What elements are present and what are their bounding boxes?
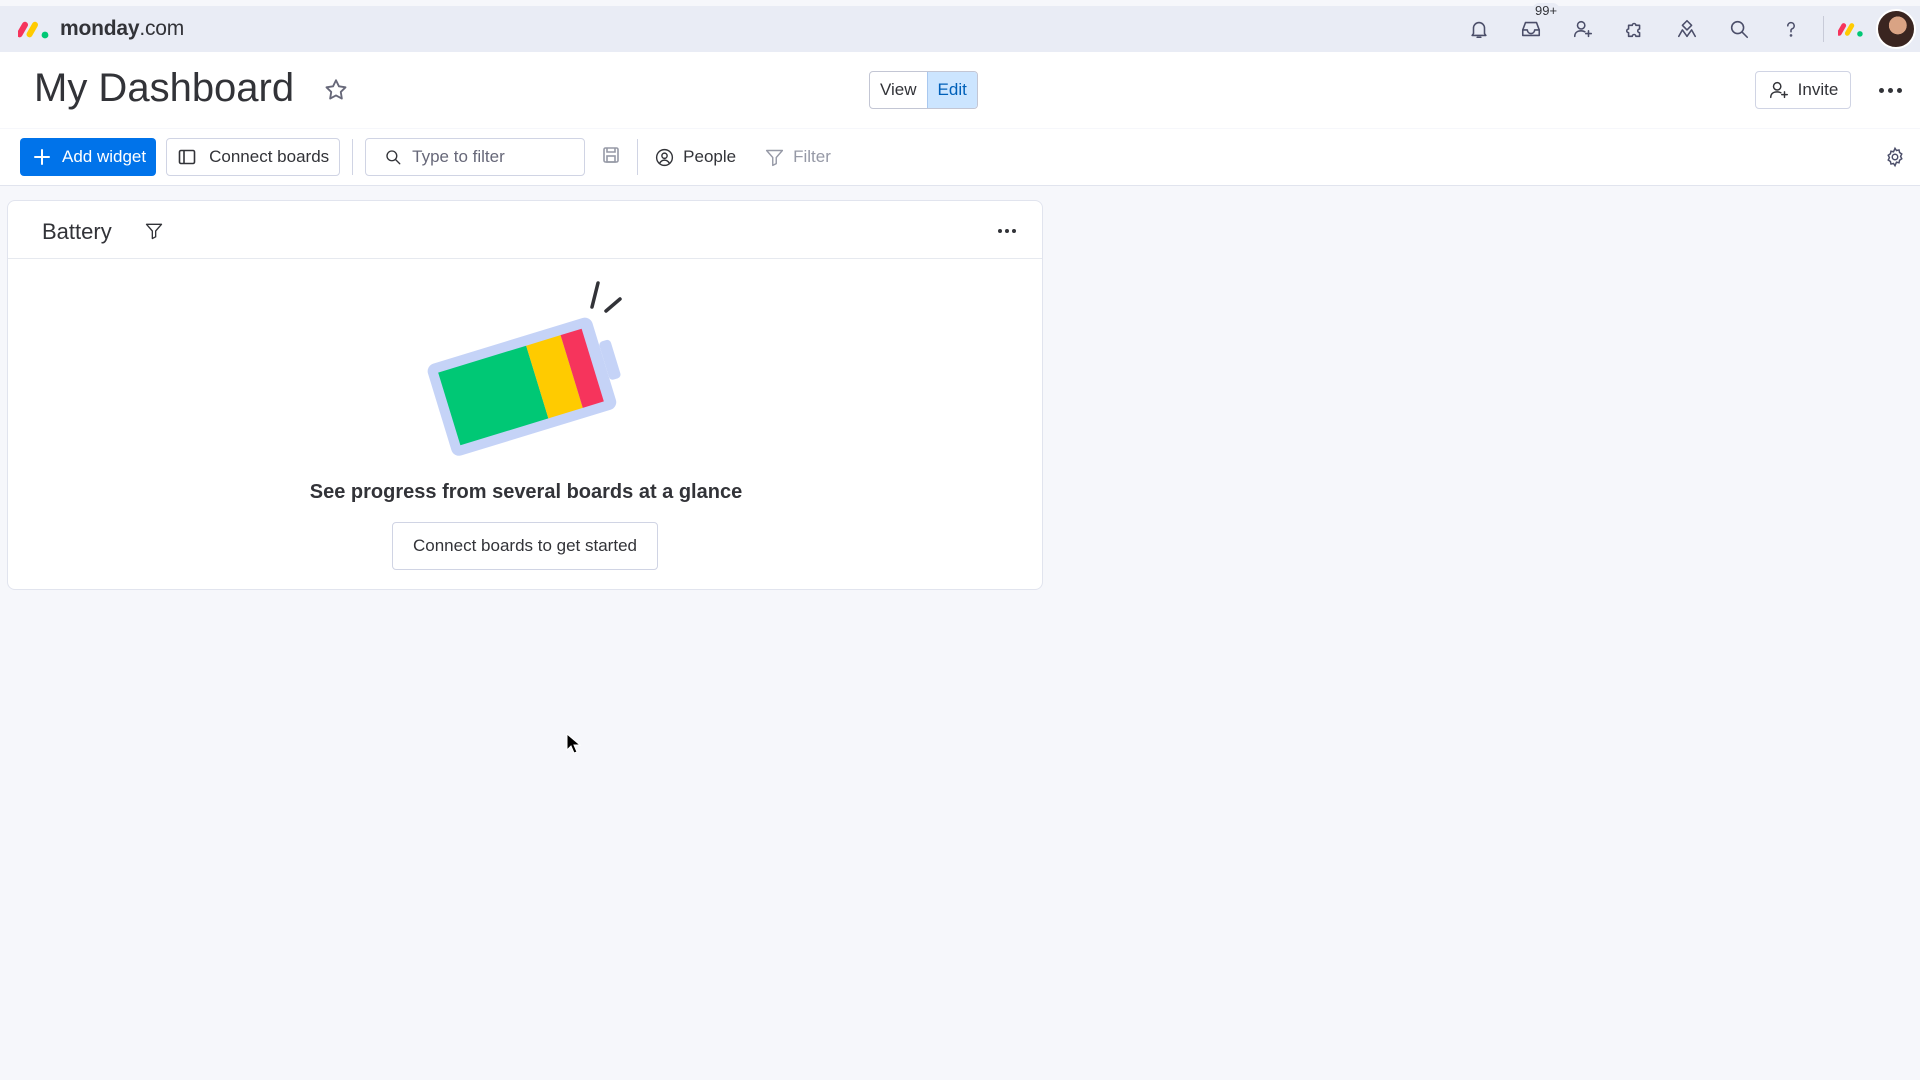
question-mark-icon — [1787, 21, 1795, 37]
people-group-icon — [1677, 19, 1697, 38]
connect-boards-cta-button[interactable]: Connect boards to get started — [392, 522, 658, 570]
widget-more-button[interactable] — [998, 221, 1016, 241]
add-person-icon — [1769, 81, 1788, 99]
monday-logo-icon — [18, 21, 49, 39]
toolbar-divider — [637, 139, 639, 175]
inbox-button[interactable]: 99+ — [1505, 3, 1561, 52]
puzzle-icon — [1625, 22, 1641, 38]
top-icons-group: 99+ — [1453, 3, 1920, 52]
brand-name: monday.com — [60, 17, 184, 41]
widget-title[interactable]: Battery — [42, 219, 112, 245]
invite-members-button[interactable] — [1557, 6, 1609, 52]
ellipsis-icon — [1878, 87, 1902, 93]
people-label: People — [683, 147, 737, 166]
search-button[interactable] — [1713, 6, 1765, 52]
filter-icon — [766, 149, 784, 166]
save-filter-button[interactable] — [601, 145, 625, 169]
empty-state-message: See progress from several boards at a gl… — [309, 481, 743, 503]
filter-button[interactable]: Filter — [764, 147, 831, 168]
widget-header: Battery — [8, 201, 1042, 259]
mouse-cursor-icon — [566, 733, 582, 754]
add-widget-label: Add widget — [62, 147, 147, 166]
invite-label: Invite — [1797, 80, 1839, 99]
bell-icon — [1471, 21, 1487, 39]
star-icon — [325, 79, 347, 100]
top-navigation-bar: monday.com 99+ — [0, 3, 1920, 52]
notifications-button[interactable] — [1453, 6, 1505, 52]
search-icon — [386, 150, 401, 165]
view-mode-button[interactable]: View — [870, 72, 927, 108]
dashboard-settings-button[interactable] — [1884, 146, 1908, 170]
edit-mode-button[interactable]: Edit — [926, 72, 977, 108]
invite-button[interactable]: Invite — [1755, 71, 1851, 109]
filter-search-box[interactable] — [365, 138, 586, 176]
brand-name-suffix: .com — [139, 17, 185, 40]
add-widget-button[interactable]: Add widget — [20, 138, 157, 176]
inbox-icon — [1521, 21, 1541, 37]
teams-button[interactable] — [1661, 6, 1713, 52]
battery-widget: Battery See progress from several boards… — [7, 200, 1043, 590]
widget-filter-button[interactable] — [144, 221, 166, 243]
connect-boards-button[interactable]: Connect boards — [166, 138, 341, 176]
people-filter-button[interactable]: People — [654, 147, 736, 168]
filter-search-input[interactable] — [412, 147, 573, 167]
more-options-button[interactable] — [1874, 76, 1906, 104]
filter-icon — [145, 223, 163, 240]
help-button[interactable] — [1765, 6, 1817, 52]
toolbar-divider — [352, 139, 354, 175]
add-person-icon — [1573, 20, 1593, 38]
connect-boards-label: Connect boards — [209, 147, 330, 166]
gear-icon — [1887, 146, 1903, 168]
view-edit-toggle: View Edit — [869, 71, 978, 109]
user-avatar[interactable] — [1876, 9, 1916, 49]
person-circle-icon — [656, 148, 674, 166]
ellipsis-icon — [998, 229, 1016, 233]
battery-illustration — [427, 281, 622, 456]
inbox-count-badge: 99+ — [1532, 3, 1561, 18]
dashboard-header: My Dashboard View Edit Invite — [0, 52, 1920, 128]
apps-marketplace-button[interactable] — [1609, 6, 1661, 52]
monday-logo[interactable]: monday.com — [18, 17, 184, 41]
plus-icon — [34, 149, 50, 165]
search-icon — [1730, 20, 1749, 39]
product-switcher-icon[interactable] — [1838, 20, 1864, 38]
page-title[interactable]: My Dashboard — [34, 66, 294, 111]
board-icon — [178, 149, 196, 165]
dashboard-toolbar: Add widget Connect boards People Filter — [0, 129, 1920, 186]
filter-label: Filter — [793, 147, 831, 166]
brand-name-bold: monday — [60, 17, 140, 40]
save-icon — [603, 147, 619, 163]
favorite-button[interactable] — [323, 77, 351, 105]
topbar-divider — [1823, 16, 1824, 42]
